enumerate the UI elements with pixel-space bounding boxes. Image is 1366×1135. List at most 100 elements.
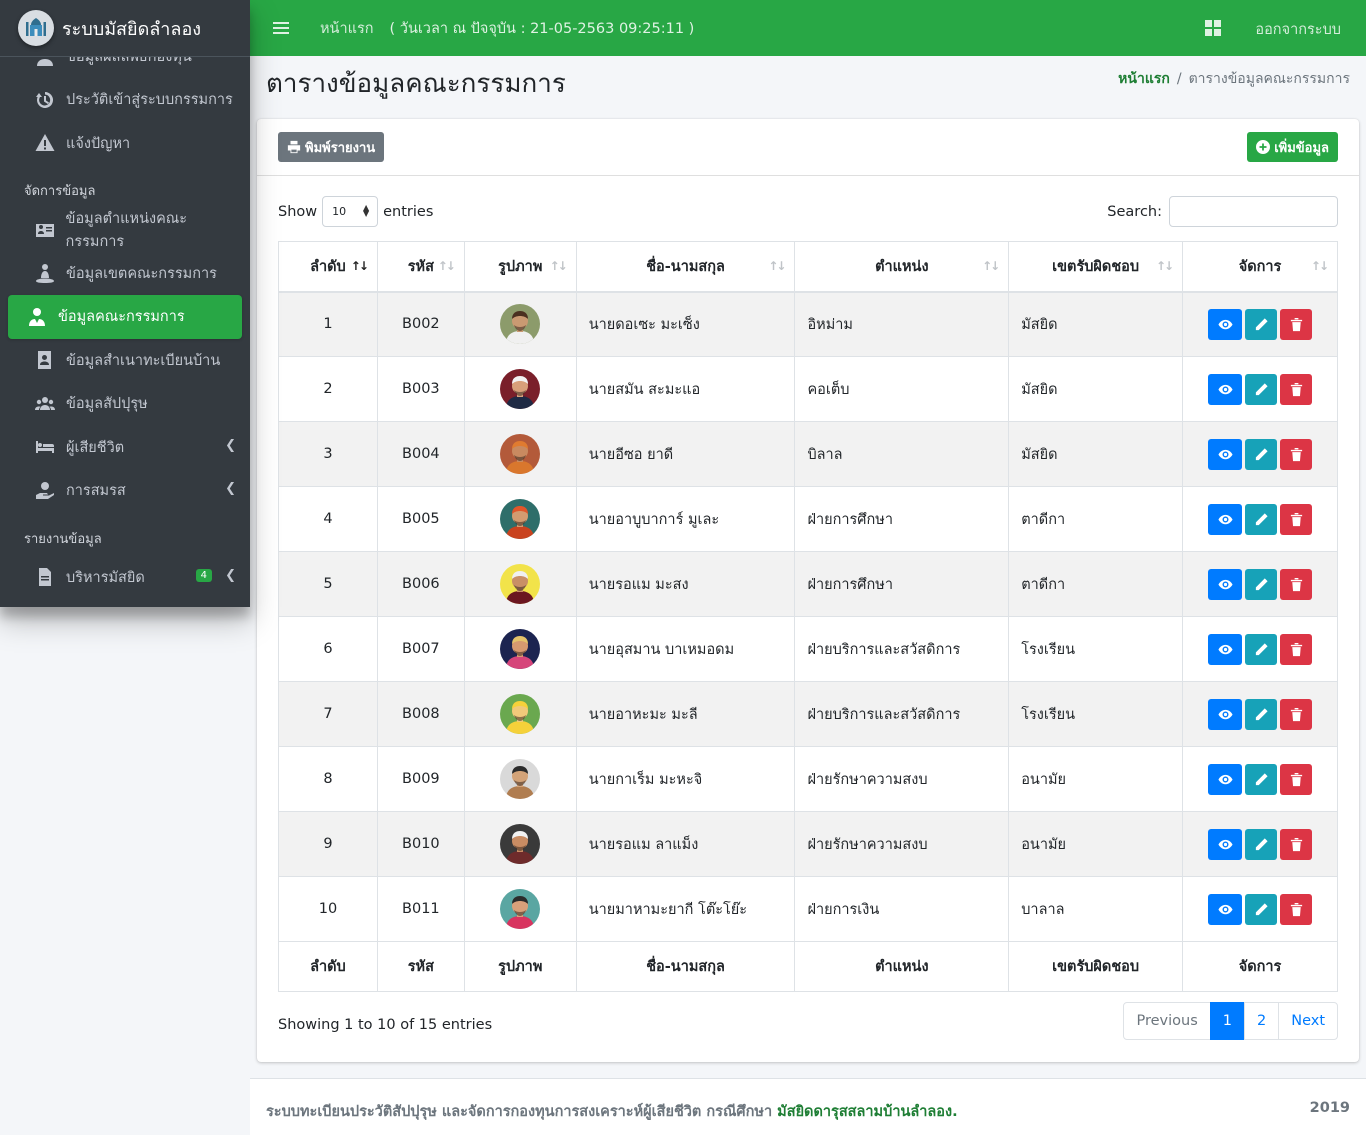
col-header-actions[interactable]: จัดการ ↑↓ (1182, 241, 1338, 293)
delete-button[interactable] (1280, 763, 1313, 795)
cell-photo (463, 356, 577, 422)
apps-grid-icon[interactable] (1205, 20, 1221, 36)
delete-button[interactable] (1280, 698, 1313, 730)
nav-home-link[interactable]: หน้าแรก (320, 17, 374, 40)
card-header: พิมพ์รายงาน เพิ่มข้อมูล (257, 119, 1359, 176)
footer-link[interactable]: มัสยิดดารุสสลามบ้านลำลอง. (777, 1104, 957, 1120)
sidebar-item-marriage[interactable]: การสมรส ❮ (8, 469, 242, 513)
cell-no: 7 (278, 681, 378, 747)
pencil-icon (1254, 447, 1269, 462)
cell-code: B005 (376, 486, 465, 552)
edit-button[interactable] (1245, 373, 1278, 405)
delete-button[interactable] (1280, 828, 1313, 860)
cell-position: ฝ่ายการเงิน (794, 876, 1010, 942)
eye-icon (1217, 382, 1233, 397)
view-button[interactable] (1208, 763, 1243, 795)
delete-button[interactable] (1280, 568, 1313, 600)
search-input[interactable] (1169, 196, 1338, 227)
edit-button[interactable] (1245, 698, 1278, 730)
pagination-previous[interactable]: Previous (1123, 1002, 1211, 1040)
edit-button[interactable] (1245, 893, 1278, 925)
edit-button[interactable] (1245, 828, 1278, 860)
col-footer-name: ชื่อ-นามสกุล (575, 941, 796, 992)
view-button[interactable] (1208, 438, 1243, 470)
edit-button[interactable] (1245, 763, 1278, 795)
col-header-no[interactable]: ลำดับ ↑↓ (278, 241, 378, 293)
view-button[interactable] (1208, 698, 1243, 730)
cell-photo (463, 811, 577, 877)
print-report-button[interactable]: พิมพ์รายงาน (278, 132, 385, 162)
pagination-page-2[interactable]: 2 (1243, 1002, 1280, 1040)
view-button[interactable] (1208, 828, 1243, 860)
cell-code: B002 (376, 291, 465, 357)
breadcrumb-home[interactable]: หน้าแรก (1118, 71, 1170, 87)
delete-button[interactable] (1280, 308, 1313, 340)
avatar (500, 694, 541, 734)
trash-icon (1289, 317, 1304, 332)
eye-icon (1217, 317, 1233, 332)
delete-button[interactable] (1280, 503, 1313, 535)
cell-zone: บาลาล (1008, 876, 1184, 942)
eye-icon (1217, 902, 1233, 917)
edit-button[interactable] (1245, 503, 1278, 535)
cell-photo (463, 876, 577, 942)
page-footer: ระบบทะเบียนประวัติสัปปุรุษ และจัดการกองท… (250, 1078, 1366, 1135)
cell-photo (463, 551, 577, 617)
brand[interactable]: ระบบมัสยิดลำลอง (0, 0, 250, 57)
logout-link[interactable]: ออกจากระบบ (1255, 18, 1341, 41)
cell-position: ฝ่ายบริการและสวัสดิการ (794, 616, 1010, 682)
pagination: Previous 1 2 Next (1123, 1002, 1338, 1040)
cell-actions (1182, 876, 1338, 942)
view-button[interactable] (1208, 503, 1243, 535)
sidebar: ข้อมูลผลลัพธ์กองทุน ประวัติเข้าสู่ระบบกร… (0, 0, 250, 607)
col-header-code[interactable]: รหัส ↑↓ (376, 241, 465, 293)
pagination-next[interactable]: Next (1278, 1002, 1338, 1040)
delete-button[interactable] (1280, 893, 1313, 925)
sidebar-item-label: ข้อมูลเขตคณะกรรมการ (66, 265, 217, 282)
avatar (500, 824, 541, 864)
sidebar-item-committee[interactable]: ข้อมูลคณะกรรมการ (8, 295, 242, 339)
delete-button[interactable] (1280, 438, 1313, 470)
col-header-zone[interactable]: เขตรับผิดชอบ ↑↓ (1008, 241, 1184, 293)
add-data-button[interactable]: เพิ่มข้อมูล (1247, 132, 1338, 162)
cell-zone: ตาดีกา (1008, 486, 1184, 552)
view-button[interactable] (1208, 633, 1243, 665)
view-button[interactable] (1208, 308, 1243, 340)
sidebar-item-report-problem[interactable]: แจ้งปัญหา (8, 122, 242, 166)
sidebar-item-committee-zones[interactable]: ข้อมูลเขตคณะกรรมการ (8, 252, 242, 296)
edit-button[interactable] (1245, 568, 1278, 600)
sidebar-item-committee-positions[interactable]: ข้อมูลตำแหน่งคณะกรรมการ (8, 208, 242, 252)
avatar (500, 499, 541, 539)
view-button[interactable] (1208, 893, 1243, 925)
pagination-page-1[interactable]: 1 (1209, 1002, 1245, 1040)
warning-icon (34, 133, 56, 153)
edit-button[interactable] (1245, 438, 1278, 470)
sidebar-item-house-registration[interactable]: ข้อมูลสำเนาทะเบียนบ้าน (8, 339, 242, 383)
page-title: ตารางข้อมูลคณะกรรมการ (266, 69, 566, 99)
cell-photo (463, 681, 577, 747)
col-header-photo[interactable]: รูปภาพ ↑↓ (463, 241, 577, 293)
cell-actions (1182, 291, 1338, 357)
cell-photo (463, 421, 577, 487)
menu-toggle-icon[interactable] (273, 22, 289, 34)
col-header-name[interactable]: ชื่อ-นามสกุล ↑↓ (575, 241, 796, 293)
edit-button[interactable] (1245, 633, 1278, 665)
col-header-position[interactable]: ตำแหน่ง ↑↓ (794, 241, 1010, 293)
page-length-select[interactable]: 10 ▲ ▼ (322, 196, 379, 227)
sidebar-item-deceased[interactable]: ผู้เสียชีวิต ❮ (8, 426, 242, 470)
cell-position: บิลาล (794, 421, 1010, 487)
cell-actions (1182, 811, 1338, 877)
sidebar-item-mosque-admin[interactable]: บริหารมัสยิด 4 ❮ (8, 556, 242, 600)
cell-code: B007 (376, 616, 465, 682)
trash-icon (1289, 772, 1304, 787)
eye-icon (1217, 837, 1233, 852)
sidebar-item-members[interactable]: ข้อมูลสัปปุรุษ (8, 382, 242, 426)
cell-name: นายอุสมาน บาเหมอดม (575, 616, 796, 682)
delete-button[interactable] (1280, 633, 1313, 665)
view-button[interactable] (1208, 568, 1243, 600)
eye-icon (1217, 512, 1233, 527)
sidebar-item-login-history[interactable]: ประวัติเข้าสู่ระบบกรรมการ (8, 78, 242, 122)
delete-button[interactable] (1280, 373, 1313, 405)
view-button[interactable] (1208, 373, 1243, 405)
edit-button[interactable] (1245, 308, 1278, 340)
